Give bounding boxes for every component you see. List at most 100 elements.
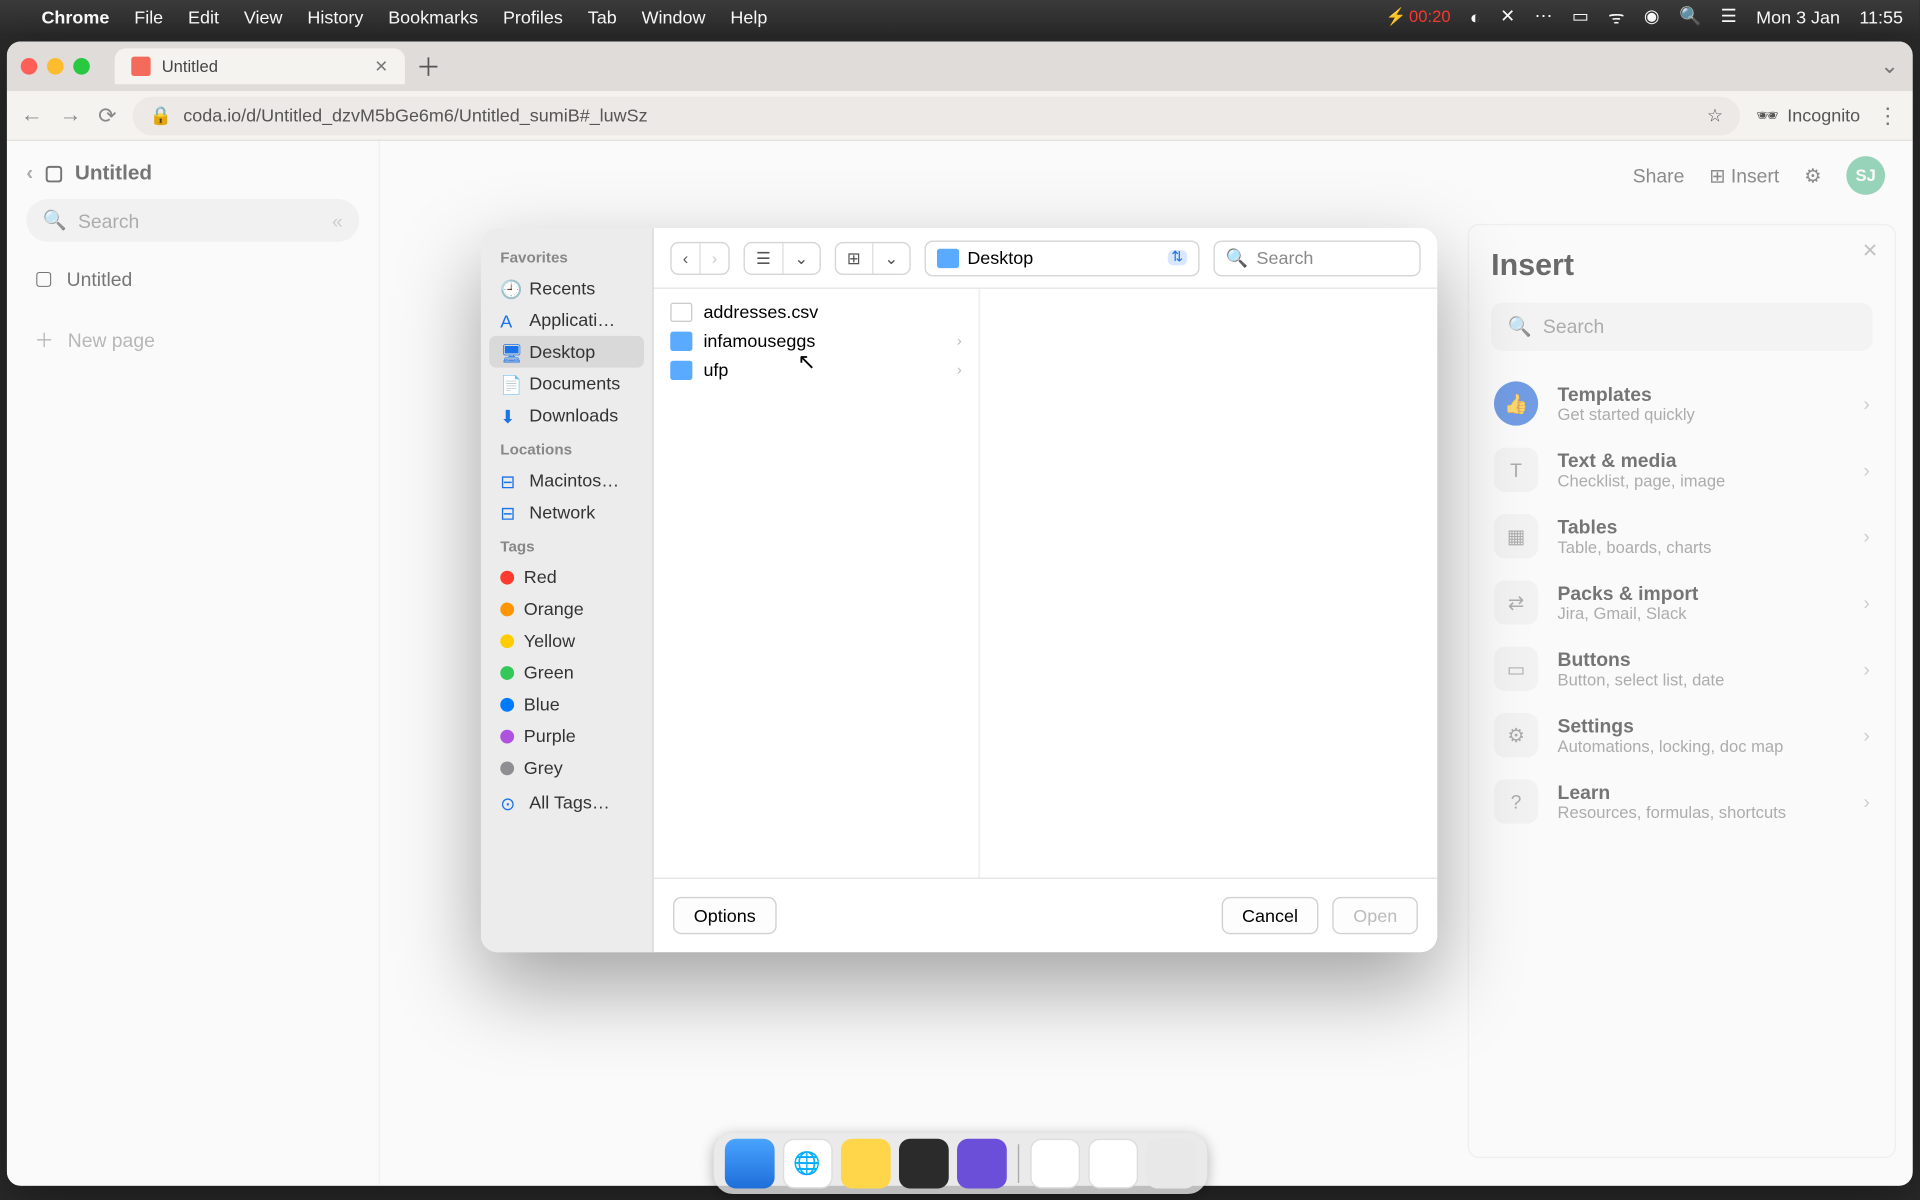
date[interactable]: Mon 3 Jan — [1756, 6, 1840, 27]
tag-blue[interactable]: Blue — [489, 688, 644, 720]
doc-title[interactable]: Untitled — [75, 161, 152, 184]
dock-textedit[interactable] — [1030, 1139, 1080, 1189]
insert-item[interactable]: ⇄ Packs & importJira, Gmail, Slack › — [1491, 569, 1872, 635]
incognito-badge[interactable]: 🕶 Incognito — [1756, 104, 1860, 126]
column-browser[interactable]: addresses.csv infamouseggs › ufp › — [654, 289, 1438, 878]
tag-green[interactable]: Green — [489, 656, 644, 688]
options-button[interactable]: Options — [673, 897, 776, 934]
sidebar-item-location[interactable]: ⊟Macintos… — [489, 464, 644, 496]
nav-segment[interactable]: ‹› — [670, 241, 729, 274]
dock-notes[interactable] — [840, 1139, 890, 1189]
browser-tab[interactable]: Untitled ✕ — [115, 48, 405, 84]
maximize-window[interactable] — [73, 58, 90, 75]
location-dropdown[interactable]: Desktop ⇅ — [924, 240, 1199, 276]
collapse-sidebar-icon[interactable]: « — [332, 209, 343, 231]
menu-bookmarks[interactable]: Bookmarks — [388, 6, 478, 27]
wifi-icon[interactable]: ᯤ — [1608, 4, 1624, 29]
tag-orange[interactable]: Orange — [489, 593, 644, 625]
omnibox[interactable]: 🔒 coda.io/d/Untitled_dzvM5bGe6m6/Untitle… — [133, 96, 1739, 135]
file-column: addresses.csv infamouseggs › ufp › — [654, 289, 980, 878]
avatar[interactable]: SJ — [1846, 156, 1885, 195]
tag-purple[interactable]: Purple — [489, 720, 644, 752]
insert-search[interactable]: 🔍 Search — [1491, 303, 1872, 351]
reload-button[interactable]: ⟳ — [98, 102, 117, 130]
menu-tab[interactable]: Tab — [588, 6, 617, 27]
battery-indicator[interactable]: ⚡00:20 — [1386, 7, 1451, 26]
insert-button[interactable]: ⊞ Insert — [1709, 164, 1779, 187]
menu-help[interactable]: Help — [730, 6, 767, 27]
menu-profiles[interactable]: Profiles — [503, 6, 563, 27]
menu-window[interactable]: Window — [642, 6, 706, 27]
close-panel-icon[interactable]: ✕ — [1862, 239, 1878, 262]
close-tab-icon[interactable]: ✕ — [374, 57, 388, 76]
file-row[interactable]: infamouseggs › — [654, 326, 979, 355]
chevron-down-icon[interactable]: ⌄ — [873, 243, 909, 273]
forward-button[interactable]: → — [59, 103, 81, 128]
menu-history[interactable]: History — [307, 6, 363, 27]
menu-edit[interactable]: Edit — [188, 6, 219, 27]
menu-view[interactable]: View — [244, 6, 283, 27]
insert-item[interactable]: ▦ TablesTable, boards, charts › — [1491, 503, 1872, 569]
app-name[interactable]: Chrome — [41, 6, 109, 27]
control-center-icon[interactable]: ◉ — [1644, 6, 1660, 28]
close-window[interactable] — [21, 58, 38, 75]
window-controls[interactable] — [21, 58, 90, 75]
file-row[interactable]: addresses.csv — [654, 297, 979, 326]
dock-finder[interactable] — [724, 1139, 774, 1189]
back-button[interactable]: ← — [21, 103, 43, 128]
file-row[interactable]: ufp › — [654, 355, 979, 384]
dock-chrome[interactable]: 🌐 — [782, 1139, 832, 1189]
group-segment[interactable]: ⊞⌄ — [834, 241, 910, 274]
sidebar-item-downloads[interactable]: ⬇Downloads — [489, 399, 644, 431]
gear-icon[interactable]: ⚙ — [1804, 164, 1821, 187]
chrome-menu[interactable]: ⋮ — [1877, 102, 1899, 130]
status-icon[interactable]: ✕ — [1500, 6, 1515, 28]
tag-red[interactable]: Red — [489, 561, 644, 593]
insert-item[interactable]: T Text & mediaChecklist, page, image › — [1491, 437, 1872, 503]
sidebar-item-recents[interactable]: 🕘Recents — [489, 272, 644, 304]
status-icon[interactable]: ◐ — [1470, 6, 1481, 27]
chevron-down-icon[interactable]: ⌄ — [783, 243, 819, 273]
back-icon[interactable]: ‹ — [26, 161, 33, 184]
all-tags[interactable]: ⊙All Tags… — [489, 786, 644, 818]
dock-trash[interactable] — [1146, 1139, 1196, 1189]
new-page-button[interactable]: ＋ New page — [26, 315, 359, 365]
back-icon[interactable]: ‹ — [672, 243, 701, 273]
insert-item-subtitle: Jira, Gmail, Slack — [1558, 604, 1699, 623]
dock[interactable]: 🌐 — [713, 1133, 1206, 1194]
columns-view-icon[interactable]: ☰ — [745, 243, 783, 273]
dock-terminal[interactable] — [898, 1139, 948, 1189]
sidebar-item-documents[interactable]: 📄Documents — [489, 368, 644, 400]
tab-overflow[interactable]: ⌄ — [1880, 53, 1899, 81]
share-button[interactable]: Share — [1633, 164, 1685, 186]
menu-file[interactable]: File — [134, 6, 163, 27]
insert-item[interactable]: ? LearnResources, formulas, shortcuts › — [1491, 768, 1872, 834]
sidebar-item-applicati…[interactable]: AApplicati… — [489, 304, 644, 336]
open-button[interactable]: Open — [1333, 897, 1418, 934]
sidebar-page[interactable]: ▢ Untitled — [26, 256, 359, 302]
new-tab-button[interactable]: ＋ — [416, 48, 441, 84]
cancel-button[interactable]: Cancel — [1221, 897, 1318, 934]
status-icon[interactable]: ⋯ — [1535, 6, 1553, 28]
spotlight-icon[interactable]: 🔍 — [1679, 6, 1701, 28]
siri-icon[interactable]: ☰ — [1721, 6, 1737, 28]
dock-preview[interactable] — [1088, 1139, 1138, 1189]
dock-app[interactable] — [956, 1139, 1006, 1189]
tag-dot-icon — [500, 761, 514, 775]
sidebar-item-desktop[interactable]: 🖥Desktop — [489, 336, 644, 368]
insert-item[interactable]: ▭ ButtonsButton, select list, date › — [1491, 636, 1872, 702]
time[interactable]: 11:55 — [1859, 6, 1903, 27]
grid-icon[interactable]: ⊞ — [836, 243, 873, 273]
forward-icon[interactable]: › — [701, 243, 729, 273]
insert-item[interactable]: 👍 TemplatesGet started quickly › — [1491, 370, 1872, 436]
tag-grey[interactable]: Grey — [489, 752, 644, 784]
tag-yellow[interactable]: Yellow — [489, 625, 644, 657]
bookmark-star-icon[interactable]: ☆ — [1707, 104, 1723, 126]
sidebar-search[interactable]: 🔍 Search « — [26, 199, 359, 242]
battery-icon[interactable]: ▭ — [1572, 6, 1589, 28]
dialog-search[interactable]: 🔍 Search — [1213, 240, 1420, 276]
insert-item[interactable]: ⚙ SettingsAutomations, locking, doc map … — [1491, 702, 1872, 768]
sidebar-item-location[interactable]: ⊟Network — [489, 496, 644, 528]
minimize-window[interactable] — [47, 58, 64, 75]
view-segment[interactable]: ☰⌄ — [744, 241, 821, 274]
